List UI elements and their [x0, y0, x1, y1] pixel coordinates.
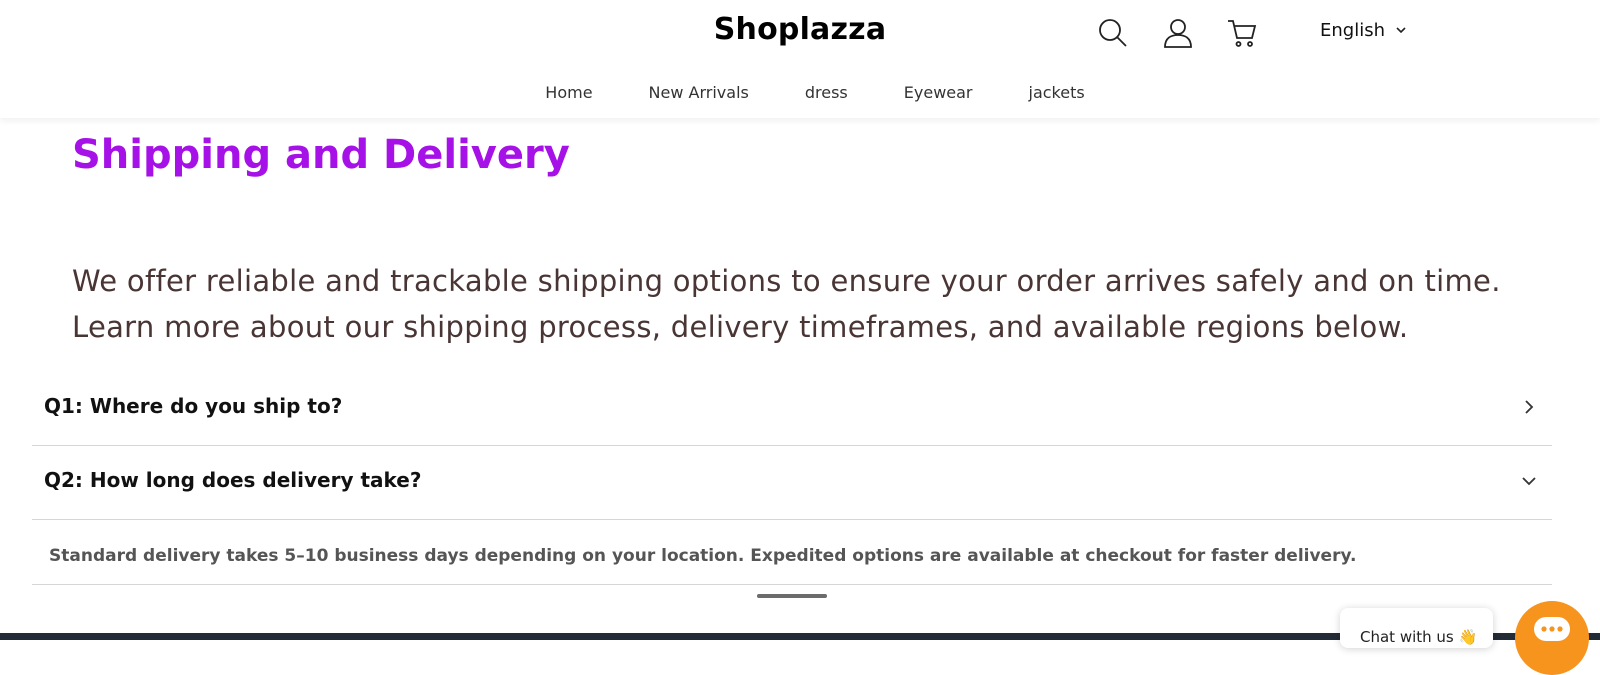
chat-label[interactable]: Chat with us 👋: [1340, 608, 1493, 648]
chevron-right-icon: [1520, 398, 1538, 416]
faq-answer-text: Standard delivery takes 5–10 business da…: [49, 546, 1357, 566]
intro-line-2: Learn more about our shipping process, d…: [72, 310, 1409, 344]
search-icon[interactable]: [1096, 16, 1130, 50]
faq-question: Q2: How long does delivery take?: [44, 468, 422, 492]
nav-item-home[interactable]: Home: [545, 83, 592, 102]
chat-icon: [1534, 617, 1570, 641]
language-selector[interactable]: English: [1320, 20, 1407, 41]
faq-answer-q2: Standard delivery takes 5–10 business da…: [32, 520, 1552, 585]
faq-item-q2[interactable]: Q2: How long does delivery take?: [32, 446, 1552, 520]
intro-line-1: We offer reliable and trackable shipping…: [72, 264, 1501, 298]
faq-question: Q1: Where do you ship to?: [44, 394, 343, 418]
nav-item-new-arrivals[interactable]: New Arrivals: [649, 83, 749, 102]
nav-item-eyewear[interactable]: Eyewear: [904, 83, 973, 102]
nav-item-jackets[interactable]: jackets: [1029, 83, 1085, 102]
chevron-down-icon: [1520, 472, 1538, 490]
chat-button[interactable]: [1515, 601, 1589, 675]
nav-item-dress[interactable]: dress: [805, 83, 848, 102]
language-label: English: [1320, 20, 1385, 41]
faq-item-q1[interactable]: Q1: Where do you ship to?: [32, 372, 1552, 446]
account-icon[interactable]: [1161, 16, 1195, 50]
chevron-down-icon: [1395, 20, 1407, 41]
cart-icon[interactable]: [1225, 16, 1259, 50]
scroll-handle[interactable]: [757, 594, 827, 598]
page-title: Shipping and Delivery: [72, 132, 570, 178]
intro-text: We offer reliable and trackable shipping…: [72, 258, 1552, 350]
site-header: Shoplazza English Home New Arrivals dres…: [0, 0, 1600, 118]
main-nav: Home New Arrivals dress Eyewear jackets: [0, 83, 1600, 102]
